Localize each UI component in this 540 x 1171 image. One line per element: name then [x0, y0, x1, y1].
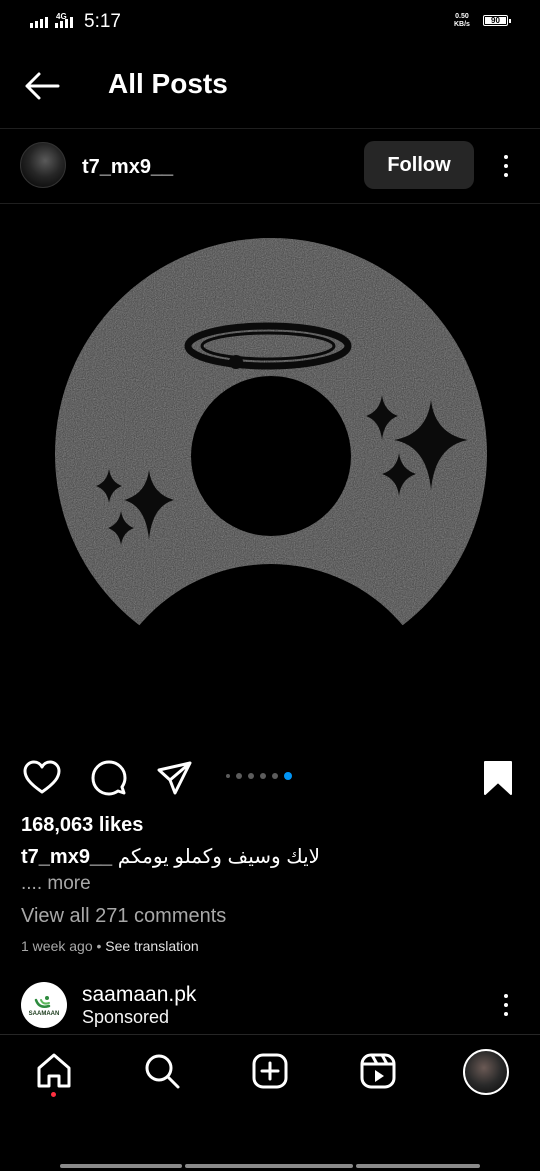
likes-count[interactable]: 168,063 likes: [21, 814, 143, 837]
nav-home[interactable]: [34, 1051, 74, 1091]
signal-icon: [30, 12, 48, 28]
nav-search[interactable]: [142, 1051, 182, 1091]
arrow-left-icon: [25, 72, 60, 100]
back-button[interactable]: [22, 66, 62, 106]
carousel-dot: [226, 774, 230, 778]
nav-create[interactable]: [250, 1051, 290, 1091]
carousel-dot-active: [284, 772, 292, 780]
page-title: All Posts: [108, 68, 228, 99]
signal-icon-2: [55, 12, 73, 28]
caption: t7_mx9__ لايك وسيف وكملو يومكم: [21, 844, 320, 869]
caption-text: لايك وسيف وكملو يومكم: [117, 846, 321, 868]
gesture-bar: [185, 1164, 353, 1168]
share-icon: [157, 761, 192, 795]
divider: [0, 128, 540, 129]
home-icon: [37, 1053, 71, 1088]
bookmark-icon: [484, 761, 512, 795]
network-speed: 0.50 KB/s: [454, 13, 470, 29]
post-image[interactable]: [0, 204, 540, 744]
see-translation-link[interactable]: See translation: [105, 938, 198, 954]
carousel-dot: [272, 773, 278, 779]
sponsor-name[interactable]: saamaan.pk: [82, 983, 196, 1007]
carousel-dot: [236, 773, 242, 779]
save-button[interactable]: [478, 758, 518, 798]
status-bar: 4G 5:17 0.50 KB/s 90: [0, 0, 540, 44]
nav-profile-avatar[interactable]: [463, 1049, 509, 1095]
caption-username[interactable]: t7_mx9__: [21, 846, 112, 868]
create-icon: [252, 1053, 288, 1089]
like-button[interactable]: [22, 758, 62, 798]
notification-dot: [51, 1092, 56, 1097]
battery-icon: 90: [483, 15, 511, 26]
post-options-icon[interactable]: [504, 155, 508, 177]
search-icon: [145, 1054, 180, 1089]
gesture-bar: [60, 1164, 182, 1168]
post-meta: 1 week ago • See translation: [21, 938, 199, 954]
sponsor-logo-text: SAAMAAN: [28, 1010, 60, 1017]
carousel-dot: [248, 773, 254, 779]
carousel-indicator: [226, 772, 292, 780]
comment-icon: [91, 760, 127, 796]
gesture-bar: [356, 1164, 480, 1168]
more-link[interactable]: .... more: [21, 873, 91, 895]
meta-separator: •: [92, 938, 106, 954]
author-avatar[interactable]: [20, 142, 66, 188]
heart-icon: [23, 760, 61, 794]
view-comments-link[interactable]: View all 271 comments: [21, 905, 226, 928]
comment-button[interactable]: [89, 758, 129, 798]
post-artwork: [0, 204, 540, 744]
clock: 5:17: [84, 11, 121, 32]
speed-unit: KB/s: [454, 21, 470, 28]
reels-icon: [360, 1053, 396, 1089]
saamaan-logo-icon: [34, 995, 51, 1008]
nav-reels[interactable]: [358, 1051, 398, 1091]
post-time: 1 week ago: [21, 938, 93, 954]
sponsor-options-icon[interactable]: [504, 994, 508, 1016]
speed-value: 0.50: [455, 13, 469, 20]
carousel-dot: [260, 773, 266, 779]
sponsor-avatar[interactable]: SAAMAAN: [21, 982, 67, 1028]
sponsored-label: Sponsored: [82, 1007, 170, 1027]
share-button[interactable]: [155, 758, 195, 798]
follow-button[interactable]: Follow: [364, 141, 474, 189]
author-username[interactable]: t7_mx9__: [82, 156, 173, 179]
battery-level: 90: [491, 16, 500, 25]
